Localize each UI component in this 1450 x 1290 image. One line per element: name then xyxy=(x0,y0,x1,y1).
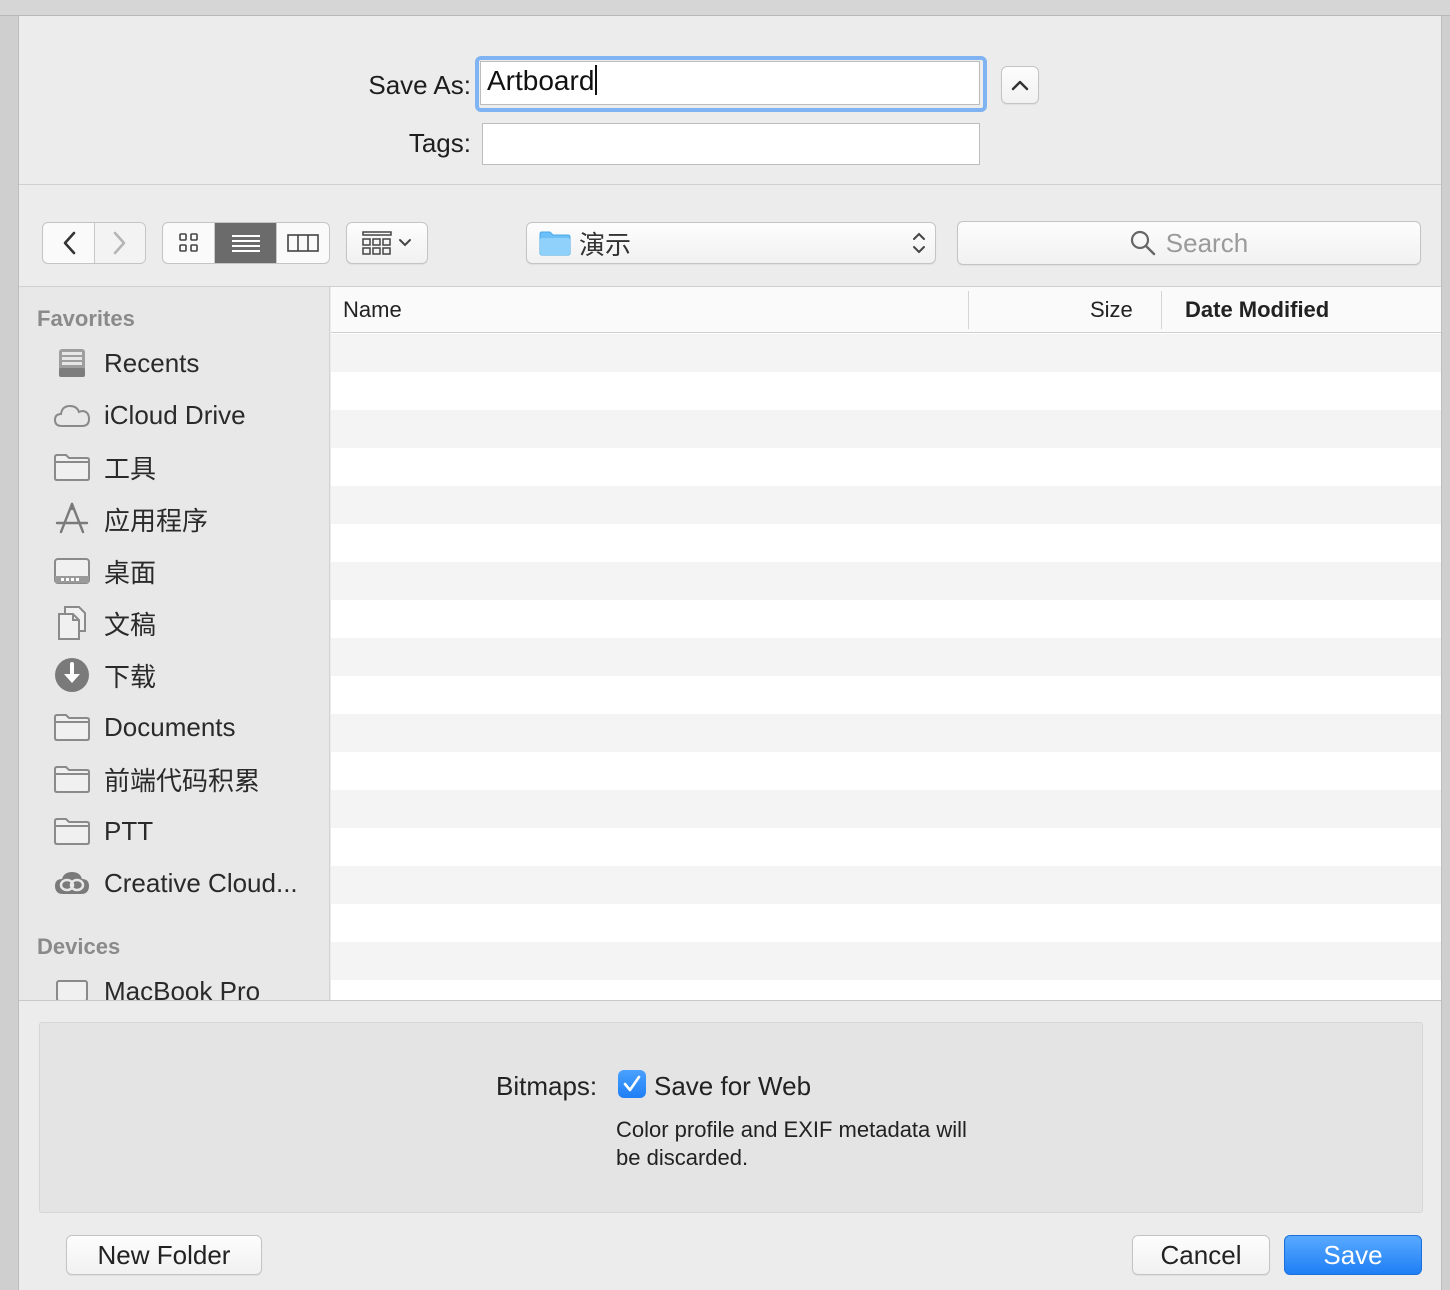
column-separator[interactable] xyxy=(968,291,969,329)
bitmaps-label: Bitmaps: xyxy=(496,1071,598,1101)
back-button[interactable] xyxy=(43,223,95,263)
save-for-web-label[interactable]: Save for Web xyxy=(654,1071,811,1102)
sidebar-item-icloud-drive[interactable]: iCloud Drive xyxy=(19,393,329,437)
desktop-icon xyxy=(54,558,90,584)
save-as-field[interactable]: Artboard xyxy=(480,61,980,105)
forward-button[interactable] xyxy=(95,223,145,263)
sidebar-item-label: PTT xyxy=(104,815,154,846)
sidebar-item-label: Documents xyxy=(104,711,236,742)
window-title-strip xyxy=(0,0,1450,16)
search-icon xyxy=(1130,230,1155,256)
list-row-stripe xyxy=(331,942,1441,980)
sidebar-item-creative-cloud[interactable]: Creative Cloud... xyxy=(19,861,329,905)
cloud-icon xyxy=(53,404,91,427)
sidebar-item-label: 工具 xyxy=(104,453,157,484)
sidebar-item-documents[interactable]: Documents xyxy=(19,705,329,749)
list-row-stripe xyxy=(331,790,1441,828)
search-placeholder: Search xyxy=(1165,227,1249,258)
sidebar-item-label: 文稿 xyxy=(104,609,157,640)
column-date-header[interactable]: Date Modified xyxy=(1185,297,1329,323)
sidebar-item-downloads[interactable]: 下载 xyxy=(19,653,329,697)
save-as-label: Save As: xyxy=(368,70,471,100)
sidebar-item-label: Creative Cloud... xyxy=(104,867,298,898)
recents-icon xyxy=(59,349,85,377)
favorites-header: Favorites xyxy=(37,306,135,331)
list-icon xyxy=(231,235,260,252)
list-view-button[interactable] xyxy=(215,223,277,263)
cancel-button[interactable]: Cancel xyxy=(1132,1235,1270,1275)
save-for-web-checkbox[interactable] xyxy=(618,1070,646,1098)
grid-icon xyxy=(178,233,198,252)
list-row-stripe xyxy=(331,866,1441,904)
back-forward-control xyxy=(42,222,146,264)
devices-header: Devices xyxy=(37,934,121,959)
sidebar-item-label: iCloud Drive xyxy=(104,399,246,430)
applications-icon xyxy=(55,502,89,534)
location-folder-name: 演示 xyxy=(579,229,632,260)
laptop-icon xyxy=(56,980,88,1000)
list-row-stripe xyxy=(331,638,1441,676)
folder-icon xyxy=(54,454,90,481)
columns-icon xyxy=(287,234,319,252)
sidebar-item-frontend-code[interactable]: 前端代码积累 xyxy=(19,757,329,801)
chevron-up-icon xyxy=(1011,80,1029,91)
list-row-stripe xyxy=(331,714,1441,752)
sidebar-item-label: 前端代码积累 xyxy=(104,765,261,796)
folder-icon xyxy=(54,714,90,741)
list-row-stripe xyxy=(331,410,1441,448)
sidebar-item-label: Recents xyxy=(104,347,200,378)
view-mode-control xyxy=(162,222,330,264)
header-divider xyxy=(19,184,1441,185)
up-down-chevron-icon xyxy=(913,232,925,254)
sidebar-item-documents-cn[interactable]: 文稿 xyxy=(19,601,329,645)
list-bottom-divider xyxy=(19,1000,1441,1001)
column-view-button[interactable] xyxy=(277,223,329,263)
chevron-left-icon xyxy=(63,231,75,255)
chevron-down-icon xyxy=(399,239,411,247)
arrange-menu-button[interactable] xyxy=(346,222,428,264)
folder-icon xyxy=(54,766,90,793)
documents-icon xyxy=(58,606,86,640)
expand-dialog-button[interactable] xyxy=(1001,66,1039,104)
sidebar-item-label: 桌面 xyxy=(104,557,157,588)
sidebar-item-ptt[interactable]: PTT xyxy=(19,809,329,853)
column-name-header[interactable]: Name xyxy=(343,297,402,323)
metadata-note-line1: Color profile and EXIF metadata will xyxy=(616,1117,967,1142)
column-separator[interactable] xyxy=(1161,291,1162,329)
sidebar-item-label: MacBook Pro xyxy=(104,975,261,1001)
save-as-value: Artboard xyxy=(487,65,595,96)
column-header: Name Size Date Modified xyxy=(331,287,1441,333)
sidebar-item-label: 应用程序 xyxy=(104,505,209,536)
sidebar-item-label: 下载 xyxy=(104,661,157,692)
new-folder-button[interactable]: New Folder xyxy=(66,1235,262,1275)
file-list[interactable]: Name Size Date Modified xyxy=(331,287,1441,1000)
sidebar-item-tools[interactable]: 工具 xyxy=(19,445,329,489)
list-row-stripe xyxy=(331,562,1441,600)
folder-icon xyxy=(539,231,571,256)
icon-view-button[interactable] xyxy=(163,223,215,263)
sidebar-item-desktop[interactable]: 桌面 xyxy=(19,549,329,593)
options-panel: Bitmaps: Save for Web Color profile and … xyxy=(39,1022,1423,1213)
tags-field[interactable] xyxy=(482,123,980,165)
save-dialog: Save As: Artboard Tags: 演示 Search Favori… xyxy=(18,16,1442,1290)
save-button[interactable]: Save xyxy=(1284,1235,1422,1275)
text-caret xyxy=(595,65,598,95)
sidebar-item-recents[interactable]: Recents xyxy=(19,341,329,385)
list-row-stripe xyxy=(331,486,1441,524)
sidebar-item-applications[interactable]: 应用程序 xyxy=(19,497,329,541)
list-row-stripe xyxy=(331,334,1441,372)
download-icon xyxy=(55,658,89,692)
arrange-grid-icon xyxy=(362,231,392,255)
creative-cloud-icon xyxy=(55,872,89,894)
chevron-right-icon xyxy=(113,231,126,255)
folder-icon xyxy=(54,818,90,845)
tags-label: Tags: xyxy=(408,128,471,158)
sidebar-item-macbook-pro[interactable]: MacBook Pro xyxy=(19,969,329,1001)
location-popup[interactable]: 演示 xyxy=(526,222,936,264)
column-size-header[interactable]: Size xyxy=(1090,297,1133,323)
checkmark-icon xyxy=(623,1075,641,1092)
metadata-note-line2: be discarded. xyxy=(616,1145,749,1170)
search-field[interactable]: Search xyxy=(957,221,1421,265)
sidebar: Favorites Recents iCloud Drive 工具 应用程序 桌… xyxy=(19,287,330,1000)
